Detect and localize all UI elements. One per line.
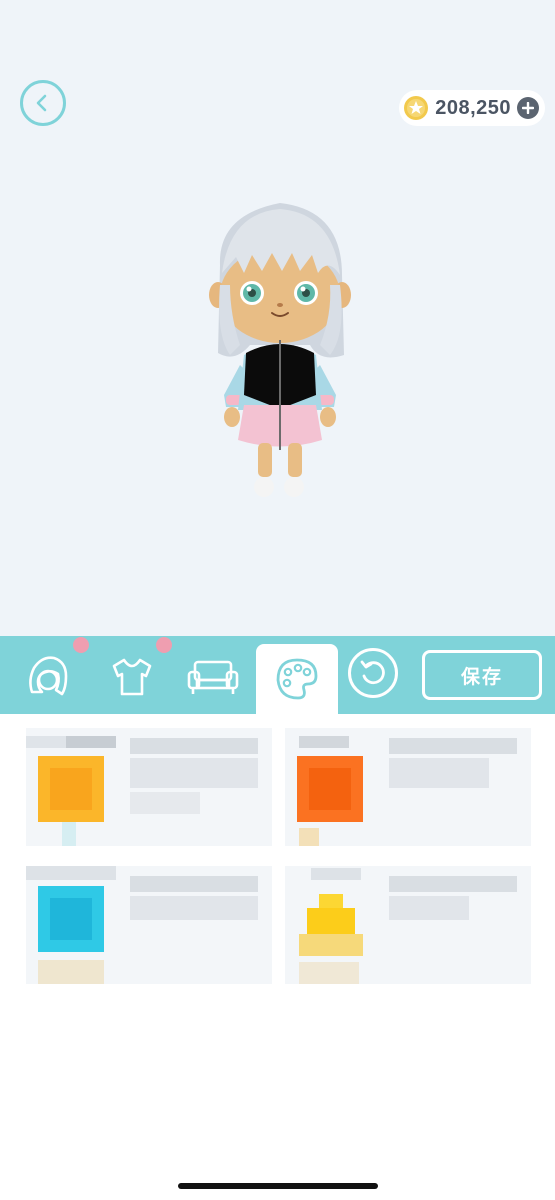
tshirt-icon — [112, 658, 152, 696]
item-card[interactable] — [285, 728, 531, 846]
undo-icon — [360, 660, 385, 685]
save-button[interactable]: 保存 — [422, 650, 542, 700]
tab-furniture[interactable] — [183, 646, 243, 706]
color-drop-icon — [319, 894, 343, 908]
item-card[interactable] — [26, 728, 272, 846]
item-card[interactable] — [26, 866, 272, 984]
palette-icon — [276, 658, 318, 700]
category-tabbar: 保存 — [0, 636, 555, 714]
avatar-character[interactable] — [200, 195, 360, 505]
reset-button[interactable] — [348, 648, 398, 698]
tab-hair[interactable] — [18, 646, 78, 706]
tab-color[interactable] — [256, 644, 338, 714]
sofa-icon — [187, 660, 239, 694]
home-indicator[interactable] — [178, 1183, 378, 1189]
item-card[interactable] — [285, 866, 531, 984]
coin-balance: 208,250 — [399, 90, 545, 126]
avatar-stage: 208,250 — [0, 0, 555, 636]
add-coins-button[interactable] — [517, 97, 539, 119]
clothing-tab-badge — [156, 637, 172, 653]
tab-clothing[interactable] — [102, 646, 162, 706]
plus-icon — [522, 102, 534, 114]
hair-icon — [29, 656, 68, 696]
back-button[interactable] — [20, 80, 66, 126]
chevron-left-icon — [36, 94, 47, 112]
hair-tab-badge — [73, 637, 89, 653]
star-coin-icon — [404, 96, 429, 120]
coin-amount: 208,250 — [435, 96, 511, 119]
